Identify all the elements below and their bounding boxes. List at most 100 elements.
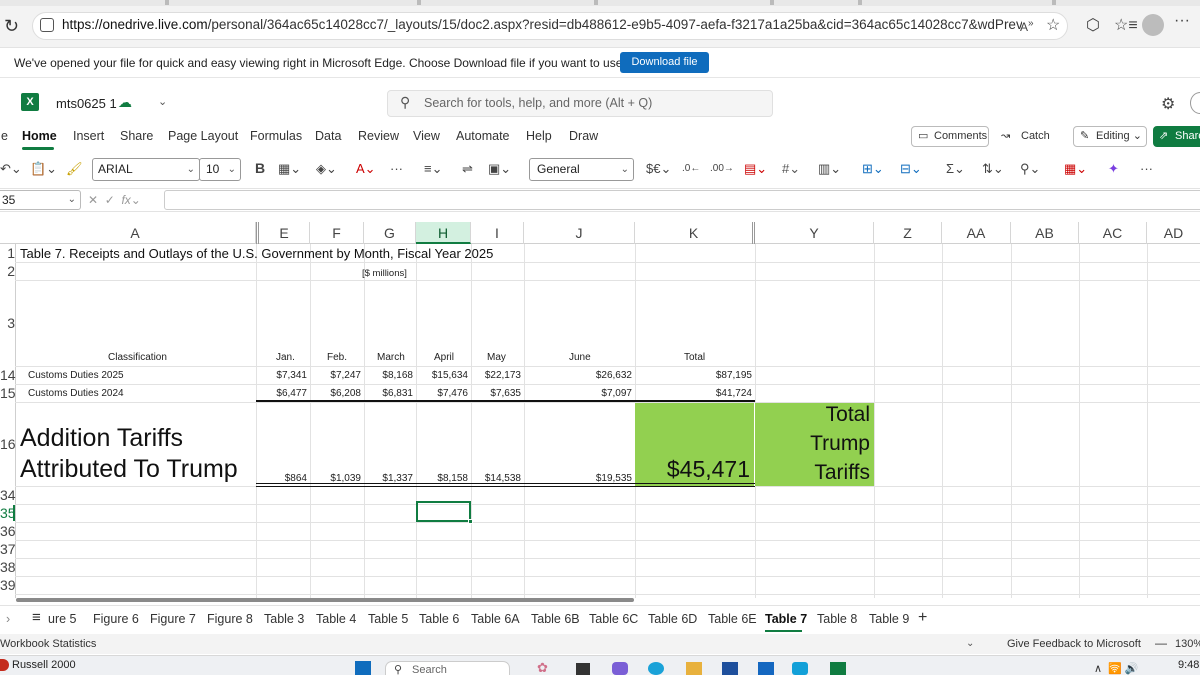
sheet-tab-table-6b[interactable]: Table 6B (531, 612, 580, 626)
add-ins-icon[interactable]: ▦⌄ (1064, 161, 1087, 177)
chevron-right-icon[interactable]: › (6, 612, 10, 626)
paste-icon[interactable]: 📋⌄ (30, 161, 57, 177)
column-header-f[interactable]: F (310, 222, 364, 244)
fill-color-icon[interactable]: ◈⌄ (316, 161, 337, 177)
scrollbar-thumb[interactable] (16, 598, 634, 602)
tab-review[interactable]: Review (358, 129, 399, 143)
sheet-tab-figure-7[interactable]: Figure 7 (150, 612, 196, 626)
column-header-aa[interactable]: AA (942, 222, 1011, 244)
number-format-select[interactable]: General ⌄ (529, 158, 634, 181)
column-header-j[interactable]: J (524, 222, 635, 244)
wrap-text-icon[interactable]: ⇌ (462, 161, 473, 177)
store-icon[interactable] (722, 662, 738, 675)
autosum-icon[interactable]: Σ⌄ (946, 161, 965, 177)
format-as-table-icon[interactable]: ▥⌄ (818, 161, 841, 177)
increase-decimal-icon[interactable]: .00→ (710, 163, 734, 174)
insert-cells-icon[interactable]: ⊞⌄ (862, 161, 884, 177)
sheet-tab-table-6a[interactable]: Table 6A (471, 612, 520, 626)
extensions-icon[interactable]: ⬡ (1086, 15, 1100, 35)
tab-home[interactable]: Home (22, 129, 57, 143)
sheet-tab-figure-5[interactable]: ure 5 (48, 612, 77, 626)
sheet-tab-table-8[interactable]: Table 8 (817, 612, 857, 626)
row-header-34[interactable]: 34 (0, 487, 16, 503)
zoom-out-icon[interactable]: — (1155, 636, 1167, 650)
tab-help[interactable]: Help (526, 129, 552, 143)
format-painter-icon[interactable]: 🖌 (66, 161, 83, 177)
row-header-37[interactable]: 37 (0, 541, 16, 557)
system-tray-icons[interactable]: ∧ 🛜 🔊 (1094, 662, 1139, 675)
row-header-1[interactable]: 1 (0, 245, 15, 261)
name-box[interactable]: 35 ⌄ (0, 190, 81, 210)
tab-data[interactable]: Data (315, 129, 341, 143)
share-button[interactable]: ⇗ Share (1153, 126, 1200, 147)
column-header-ad[interactable]: AD (1147, 222, 1200, 244)
column-header-i[interactable]: I (471, 222, 524, 244)
tab-insert[interactable]: Insert (73, 129, 104, 143)
row-header-36[interactable]: 36 (0, 523, 16, 539)
all-sheets-icon[interactable]: ≡ (32, 609, 41, 626)
clock-time[interactable]: 9:48 (1178, 659, 1199, 671)
font-size-select[interactable]: 10 ⌄ (199, 158, 241, 181)
sheet-tab-table-5[interactable]: Table 5 (368, 612, 408, 626)
delete-cells-icon[interactable]: ⊟⌄ (900, 161, 922, 177)
editing-mode-button[interactable]: ✎ Editing ⌄ (1073, 126, 1147, 147)
copilot-icon[interactable]: ✦ (1108, 161, 1119, 177)
sheet-tab-table-4[interactable]: Table 4 (316, 612, 356, 626)
chevron-down-icon[interactable]: ⌄ (158, 95, 167, 108)
sheet-tab-table-6e[interactable]: Table 6E (708, 612, 757, 626)
font-color-icon[interactable]: A⌄ (356, 161, 376, 177)
sheet-tab-table-6d[interactable]: Table 6D (648, 612, 697, 626)
file-explorer-icon[interactable] (686, 662, 702, 675)
column-header-a[interactable]: A (15, 222, 256, 244)
column-header-ab[interactable]: AB (1011, 222, 1079, 244)
formula-controls[interactable]: ✕ ✓ fx⌄ (88, 193, 141, 207)
column-header-e[interactable]: E (256, 222, 310, 244)
download-file-button[interactable]: Download file (620, 52, 709, 73)
sheet-tab-table-7[interactable]: Table 7 (765, 612, 807, 626)
number-sign-icon[interactable]: #⌄ (782, 161, 800, 177)
taskbar-search[interactable]: ⚲ Search (385, 661, 510, 676)
sheet-tab-table-6[interactable]: Table 6 (419, 612, 459, 626)
row-header-38[interactable]: 38 (0, 559, 16, 575)
chevron-down-icon[interactable]: ⌄ (966, 638, 974, 649)
column-header-k[interactable]: K (635, 222, 755, 244)
find-icon[interactable]: ⚲⌄ (1020, 161, 1040, 177)
url-text[interactable]: https://onedrive.live.com/personal/364ac… (62, 17, 1022, 32)
bold-button[interactable]: B (255, 160, 265, 176)
row-header-3[interactable]: 3 (0, 315, 15, 331)
more-formatting-icon[interactable]: ··· (390, 161, 403, 176)
font-family-select[interactable]: ARIAL ⌄ (92, 158, 200, 181)
add-sheet-button[interactable]: + (918, 609, 927, 627)
tab-page-layout[interactable]: Page Layout (168, 129, 238, 143)
sheet-tab-table-9[interactable]: Table 9 (869, 612, 909, 626)
give-feedback-link[interactable]: Give Feedback to Microsoft (1007, 638, 1141, 650)
selected-cell-h35[interactable] (416, 501, 471, 522)
market-ticker[interactable]: Russell 2000 (12, 659, 76, 671)
column-header-z[interactable]: Z (874, 222, 942, 244)
currency-icon[interactable]: $€⌄ (646, 161, 671, 177)
sheet-tab-table-6c[interactable]: Table 6C (589, 612, 638, 626)
gear-icon[interactable]: ⚙ (1161, 94, 1175, 114)
windows-start-icon[interactable] (355, 661, 371, 675)
photos-icon[interactable] (792, 662, 808, 675)
tab-view[interactable]: View (413, 129, 440, 143)
favorites-list-icon[interactable]: ☆≡ (1114, 15, 1138, 35)
tab-formulas[interactable]: Formulas (250, 129, 302, 143)
sort-filter-icon[interactable]: ⇅⌄ (982, 161, 1004, 177)
more-options-icon[interactable]: ··· (1140, 161, 1153, 176)
search-highlight-icon[interactable]: ✿ (537, 660, 548, 676)
tab-share[interactable]: Share (120, 129, 153, 143)
file-name[interactable]: mts0625 1 (56, 96, 117, 111)
spreadsheet-grid[interactable] (0, 222, 1200, 598)
merge-icon[interactable]: ▣⌄ (488, 161, 511, 177)
row-header-39[interactable]: 39 (0, 577, 16, 593)
sheet-tab-figure-8[interactable]: Figure 8 (207, 612, 253, 626)
row-header-16[interactable]: 16 (0, 436, 16, 452)
row-header-15[interactable]: 15 (0, 385, 16, 401)
excel-taskbar-icon[interactable] (830, 662, 846, 675)
outlook-icon[interactable] (758, 662, 774, 675)
row-header-14[interactable]: 14 (0, 367, 16, 383)
decrease-decimal-icon[interactable]: .0← (682, 163, 700, 174)
sheet-tab-figure-6[interactable]: Figure 6 (93, 612, 139, 626)
excel-logo-icon[interactable]: X (21, 93, 39, 111)
